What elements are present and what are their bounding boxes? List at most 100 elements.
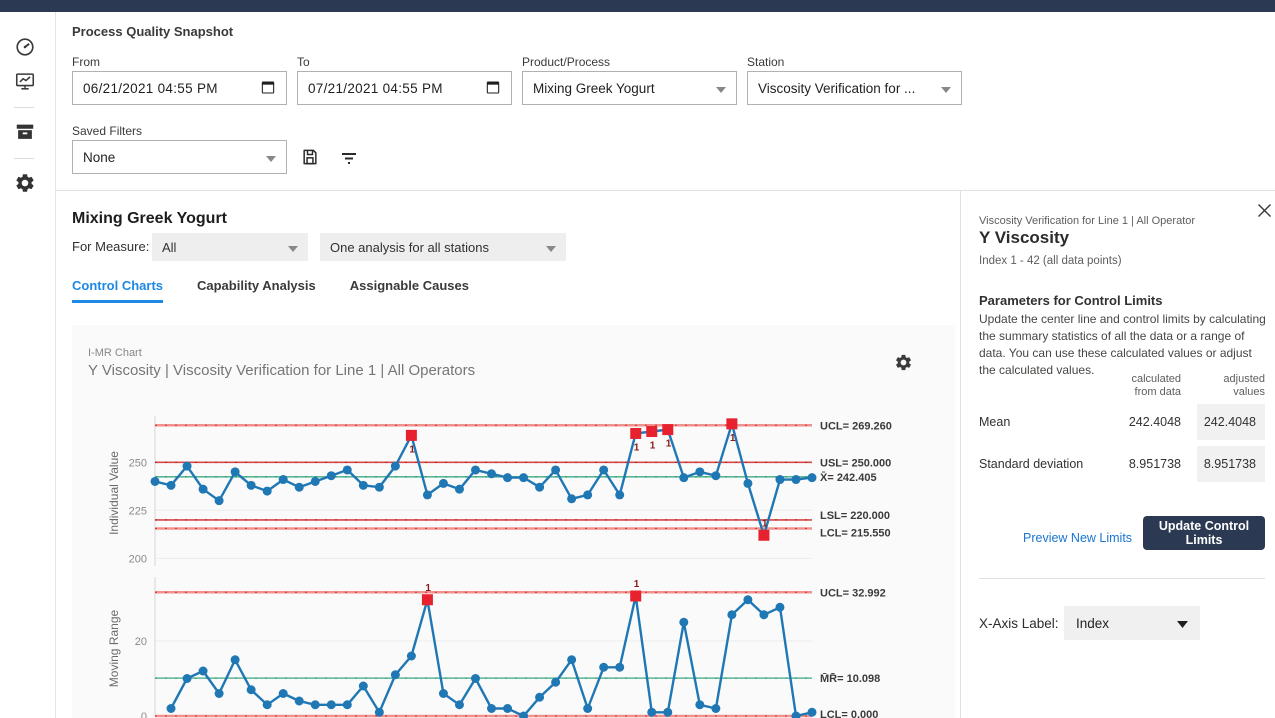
sidebar-item-settings[interactable] bbox=[14, 172, 38, 196]
calendar-icon[interactable] bbox=[485, 79, 501, 98]
xaxis-value: Index bbox=[1076, 616, 1109, 631]
settings-gear-icon bbox=[14, 181, 36, 198]
individuals-chart[interactable]: 200 225 250 Individual Value UCL= 269.260 USL… bbox=[72, 410, 955, 582]
caret-down-icon bbox=[1177, 616, 1188, 631]
svg-text:LCL= 0.000: LCL= 0.000 bbox=[820, 709, 878, 718]
to-date-input[interactable]: 07/21/2021 04:55 PM bbox=[297, 71, 512, 105]
panel-divider bbox=[979, 578, 1265, 579]
svg-text:1: 1 bbox=[634, 442, 640, 453]
svg-text:1: 1 bbox=[762, 518, 768, 529]
moving-range-chart[interactable]: 0 20 Moving Range UCL= 32.992 M̄R̄= 10.098 LC… bbox=[72, 572, 955, 718]
svg-text:200: 200 bbox=[129, 553, 147, 565]
svg-text:225: 225 bbox=[129, 505, 147, 517]
chart-type-label: I-MR Chart bbox=[88, 347, 142, 359]
mean-label: Mean bbox=[979, 415, 1010, 429]
chevron-down-icon bbox=[941, 81, 951, 96]
save-filter-button[interactable] bbox=[300, 147, 320, 167]
mean-adjusted-input[interactable]: 242.4048 bbox=[1197, 404, 1265, 440]
svg-text:20: 20 bbox=[135, 636, 147, 648]
svg-text:UCL= 32.992: UCL= 32.992 bbox=[820, 587, 886, 599]
svg-text:UCL= 269.260: UCL= 269.260 bbox=[820, 420, 892, 432]
tab-capability-analysis[interactable]: Capability Analysis bbox=[197, 278, 316, 303]
page-title: Process Quality Snapshot bbox=[72, 24, 233, 39]
station-value: Viscosity Verification for ... bbox=[758, 81, 915, 96]
svg-text:1: 1 bbox=[409, 444, 415, 455]
svg-text:LCL= 215.550: LCL= 215.550 bbox=[820, 527, 891, 539]
svg-text:Moving Range: Moving Range bbox=[107, 609, 121, 687]
dashboard-gauge-icon bbox=[14, 45, 36, 62]
tab-assignable-causes[interactable]: Assignable Causes bbox=[350, 278, 469, 303]
measure-value: All bbox=[162, 240, 176, 255]
product-process-select[interactable]: Mixing Greek Yogurt bbox=[522, 71, 737, 105]
station-select[interactable]: Viscosity Verification for ... bbox=[747, 71, 962, 105]
stddev-calculated-value: 8.951738 bbox=[1071, 457, 1181, 471]
svg-text:USL= 250.000: USL= 250.000 bbox=[820, 457, 891, 469]
svg-text:1: 1 bbox=[650, 441, 656, 452]
gear-icon bbox=[894, 359, 913, 376]
svg-text:250: 250 bbox=[129, 457, 147, 469]
sidebar-item-charts[interactable] bbox=[14, 70, 38, 94]
svg-text:X̄= 242.405: X̄= 242.405 bbox=[820, 472, 877, 484]
to-date-value: 07/21/2021 04:55 PM bbox=[308, 81, 443, 96]
save-icon bbox=[300, 154, 320, 171]
archive-box-icon bbox=[14, 130, 36, 147]
calculated-column-header: calculated from data bbox=[1081, 373, 1181, 399]
sidebar-divider bbox=[14, 107, 34, 108]
section-title: Mixing Greek Yogurt bbox=[72, 210, 227, 228]
update-control-limits-button[interactable]: Update Control Limits bbox=[1143, 516, 1265, 550]
sidebar-item-dashboard[interactable] bbox=[14, 36, 38, 60]
sidebar-item-archive[interactable] bbox=[14, 121, 38, 145]
to-label: To bbox=[297, 55, 310, 69]
tab-bar: Control Charts Capability Analysis Assig… bbox=[72, 278, 469, 303]
panel-section-title: Parameters for Control Limits bbox=[979, 293, 1163, 308]
panel-description: Update the center line and control limit… bbox=[979, 311, 1271, 379]
svg-text:1: 1 bbox=[634, 579, 640, 590]
mean-calculated-value: 242.4048 bbox=[1071, 415, 1181, 429]
imr-chart-card: I-MR Chart Y Viscosity | Viscosity Verif… bbox=[72, 325, 955, 718]
svg-text:1: 1 bbox=[730, 433, 736, 444]
station-label: Station bbox=[747, 55, 784, 69]
panel-close-button[interactable] bbox=[1257, 203, 1273, 219]
svg-text:0: 0 bbox=[141, 711, 147, 718]
xaxis-label: X-Axis Label: bbox=[979, 616, 1059, 631]
chart-title: Y Viscosity | Viscosity Verification for… bbox=[88, 362, 475, 379]
from-date-input[interactable]: 06/21/2021 04:55 PM bbox=[72, 71, 287, 105]
chart-settings-button[interactable] bbox=[894, 353, 914, 373]
chevron-down-icon bbox=[716, 81, 726, 96]
stddev-label: Standard deviation bbox=[979, 457, 1083, 471]
svg-text:1: 1 bbox=[666, 439, 672, 450]
tab-control-charts[interactable]: Control Charts bbox=[72, 278, 163, 303]
analysis-mode-select[interactable]: One analysis for all stations bbox=[320, 233, 566, 261]
xaxis-select[interactable]: Index bbox=[1064, 606, 1200, 640]
control-limits-panel: Viscosity Verification for Line 1 | All … bbox=[960, 190, 1275, 718]
panel-index-range: Index 1 - 42 (all data points) bbox=[979, 255, 1122, 267]
calendar-icon[interactable] bbox=[260, 79, 276, 98]
close-icon bbox=[1257, 205, 1272, 222]
for-measure-label: For Measure: bbox=[72, 239, 149, 254]
svg-text:M̄R̄= 10.098: M̄R̄= 10.098 bbox=[820, 673, 880, 685]
stddev-adjusted-input[interactable]: 8.951738 bbox=[1197, 446, 1265, 482]
filter-icon bbox=[339, 155, 359, 172]
sidebar-divider bbox=[14, 158, 34, 159]
top-navigation-bar bbox=[0, 0, 1275, 12]
sidebar bbox=[0, 12, 56, 718]
svg-text:1: 1 bbox=[425, 583, 431, 594]
product-process-value: Mixing Greek Yogurt bbox=[533, 81, 655, 96]
charts-monitor-icon bbox=[14, 79, 36, 96]
saved-filters-select[interactable]: None bbox=[72, 140, 287, 174]
svg-text:LSL= 220.000: LSL= 220.000 bbox=[820, 510, 890, 522]
chevron-down-icon bbox=[546, 240, 556, 255]
preview-new-limits-link[interactable]: Preview New Limits bbox=[1023, 531, 1132, 545]
chevron-down-icon bbox=[288, 240, 298, 255]
filter-button[interactable] bbox=[339, 148, 359, 168]
adjusted-column-header: adjusted values bbox=[1187, 373, 1265, 399]
from-label: From bbox=[72, 55, 100, 69]
panel-title: Y Viscosity bbox=[979, 228, 1069, 248]
measure-select[interactable]: All bbox=[152, 233, 308, 261]
panel-subtitle: Viscosity Verification for Line 1 | All … bbox=[979, 215, 1195, 227]
chevron-down-icon bbox=[266, 150, 276, 165]
svg-text:Individual Value: Individual Value bbox=[107, 451, 121, 535]
saved-filters-label: Saved Filters bbox=[72, 124, 142, 138]
stddev-adjusted-value: 8.951738 bbox=[1204, 457, 1256, 471]
product-process-label: Product/Process bbox=[522, 55, 610, 69]
